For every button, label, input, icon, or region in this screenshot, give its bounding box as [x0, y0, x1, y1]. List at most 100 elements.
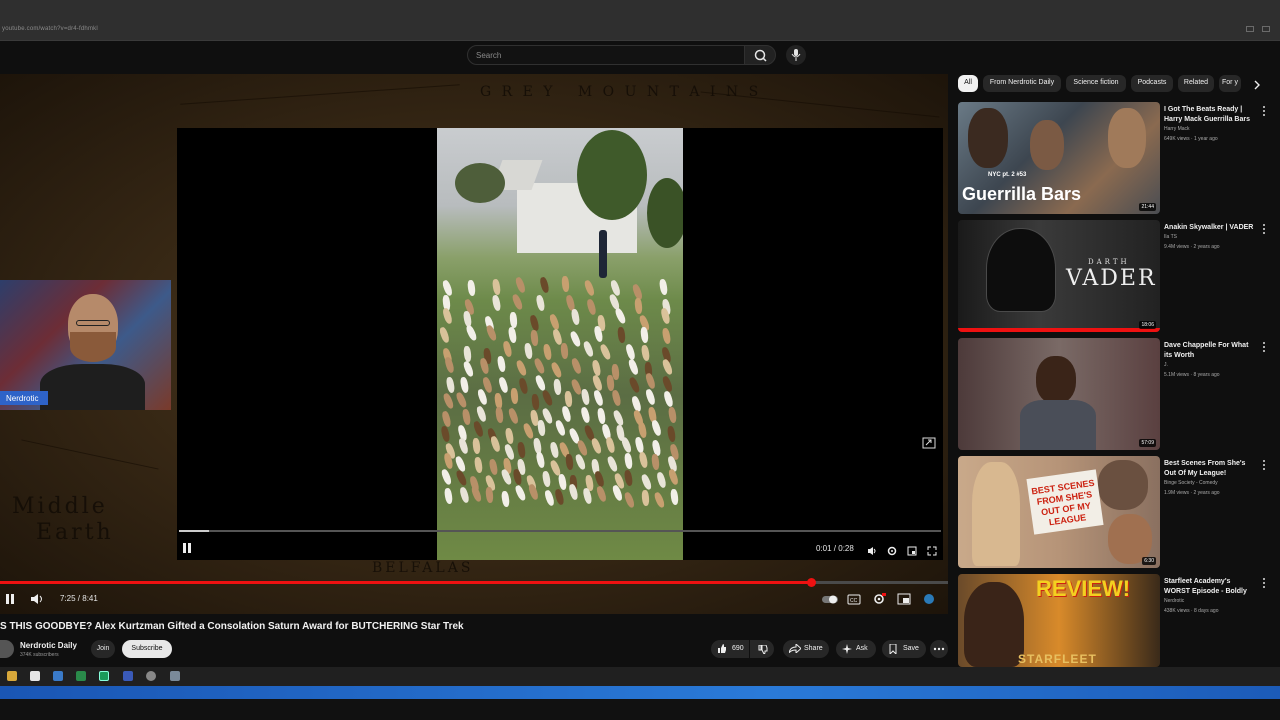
volume-button[interactable] [30, 592, 44, 604]
embedded-volume-button[interactable] [867, 543, 877, 555]
steam-icon[interactable] [53, 671, 63, 681]
person-figure [968, 108, 1008, 168]
duck [623, 469, 634, 487]
more-options-icon[interactable] [1263, 578, 1266, 588]
duck [459, 376, 470, 394]
volume-icon [868, 547, 876, 555]
duck [466, 279, 476, 297]
progress-scrubber[interactable] [806, 578, 816, 587]
calculator-icon[interactable] [170, 671, 180, 681]
video-thumbnail[interactable]: 57:09 [958, 338, 1160, 450]
video-duration: 6:30 [1142, 557, 1156, 565]
save-button[interactable]: Save [882, 640, 926, 658]
recommendation-channel[interactable]: J. [1164, 362, 1168, 368]
video-duration: 21:44 [1139, 203, 1156, 211]
duck [560, 342, 570, 360]
channel-name[interactable]: Nerdrotic Daily [20, 641, 77, 650]
duck [640, 489, 650, 507]
join-button[interactable]: Join [91, 640, 115, 658]
channel-avatar[interactable] [0, 640, 14, 658]
like-button[interactable]: 690 [711, 640, 749, 658]
more-actions-button[interactable] [930, 640, 948, 658]
file-explorer-icon[interactable] [7, 671, 17, 681]
embedded-fullscreen-button[interactable] [927, 543, 937, 556]
more-options-icon[interactable] [1263, 224, 1266, 234]
recommendation-meta: 1.9M views · 2 years ago [1164, 490, 1220, 496]
duck [543, 489, 555, 507]
recommendation-item[interactable]: REVIEW! STARFLEET Starfleet Academy's WO… [958, 574, 1273, 667]
duck [638, 451, 649, 469]
recommendation-channel[interactable]: Binge Society - Comedy [1164, 480, 1218, 486]
ai-assist-button[interactable] [922, 592, 936, 604]
gear-icon[interactable] [146, 671, 156, 681]
recommendation-title[interactable]: Dave Chappelle For What its Worth [1164, 341, 1256, 361]
embedded-settings-button[interactable] [887, 543, 897, 556]
profile-icon[interactable] [1262, 26, 1270, 32]
duck [488, 458, 499, 476]
chip-for-you[interactable]: For y [1219, 75, 1241, 92]
captions-button[interactable]: CC [847, 592, 861, 605]
video-thumbnail[interactable]: Guerrilla Bars NYC pt. 2 #53 21:44 [958, 102, 1160, 214]
shield-icon[interactable] [123, 671, 133, 681]
subscribe-button[interactable]: Subscribe [122, 640, 172, 658]
duck [441, 392, 455, 411]
recommendation-channel[interactable]: Harry Mack [1164, 126, 1190, 132]
recommendation-title[interactable]: Anakin Skywalker | VADER [1164, 223, 1256, 233]
recommendation-title[interactable]: I Got The Beats Ready | Harry Mack Guerr… [1164, 105, 1256, 125]
duck [440, 409, 452, 428]
duck [594, 470, 606, 488]
chip-from-channel[interactable]: From Nerdrotic Daily [983, 75, 1061, 92]
volume-icon [31, 594, 42, 604]
duck [491, 294, 502, 312]
embedded-progress-bar[interactable] [179, 530, 941, 532]
recommendation-item[interactable]: BEST SCENES FROM SHE'S OUT OF MY LEAGUE … [958, 456, 1273, 570]
dislike-button[interactable] [750, 640, 774, 658]
duck [516, 441, 527, 459]
duck [563, 390, 573, 408]
duck [470, 485, 483, 503]
more-options-icon[interactable] [1263, 106, 1266, 116]
more-options-icon[interactable] [1263, 460, 1266, 470]
settings-button[interactable] [872, 592, 886, 604]
duck [442, 307, 454, 325]
embedded-overlay-button[interactable] [922, 436, 936, 449]
chip-podcasts[interactable]: Podcasts [1131, 75, 1173, 92]
video-progress-bar[interactable] [0, 578, 948, 587]
video-thumbnail[interactable]: REVIEW! STARFLEET [958, 574, 1160, 667]
voice-search-button[interactable] [786, 45, 806, 65]
active-app-icon[interactable] [99, 671, 109, 681]
chip-all[interactable]: All [958, 75, 978, 92]
ask-button[interactable]: Ask [836, 640, 876, 658]
search-input[interactable]: Search [467, 45, 745, 65]
video-thumbnail[interactable]: DARTH VADER 18:06 [958, 220, 1160, 332]
more-options-icon[interactable] [1263, 342, 1266, 352]
autoplay-toggle[interactable] [821, 592, 839, 604]
chip-science-fiction[interactable]: Science fiction [1066, 75, 1126, 92]
embedded-pause-button[interactable] [181, 541, 193, 553]
recommendation-title[interactable]: Starfleet Academy's WORST Episode - Bold… [1164, 577, 1256, 597]
more-horizontal-icon [933, 647, 945, 651]
chip-related[interactable]: Related [1178, 75, 1214, 92]
search-button[interactable] [744, 45, 776, 65]
share-button[interactable]: Share [783, 640, 829, 658]
embedded-miniplayer-button[interactable] [907, 543, 917, 556]
recommendation-meta: 649K views · 1 year ago [1164, 136, 1218, 142]
video-thumbnail[interactable]: BEST SCENES FROM SHE'S OUT OF MY LEAGUE … [958, 456, 1160, 568]
duck [585, 298, 597, 316]
duck [580, 405, 592, 424]
spreadsheet-icon[interactable] [76, 671, 86, 681]
miniplayer-button[interactable] [897, 592, 911, 605]
extension-icon[interactable] [1246, 26, 1254, 32]
recommendation-item[interactable]: Guerrilla Bars NYC pt. 2 #53 21:44 I Got… [958, 102, 1273, 216]
recommendation-channel[interactable]: Ila TS [1164, 234, 1177, 240]
notepad-icon[interactable] [30, 671, 40, 681]
recommendation-channel[interactable]: Nerdrotic [1164, 598, 1184, 604]
duck [661, 358, 674, 376]
pause-button[interactable] [4, 592, 16, 604]
recommendation-item[interactable]: 57:09 Dave Chappelle For What its Worth … [958, 338, 1273, 452]
address-url[interactable]: youtube.com/watch?v=dr4-fdhmkl [2, 26, 98, 32]
thumbnail-text: Guerrilla Bars [962, 184, 1082, 204]
recommendation-item[interactable]: DARTH VADER 18:06 Anakin Skywalker | VAD… [958, 220, 1273, 334]
chips-next-button[interactable] [1252, 78, 1262, 90]
recommendation-title[interactable]: Best Scenes From She's Out Of My League! [1164, 459, 1256, 479]
